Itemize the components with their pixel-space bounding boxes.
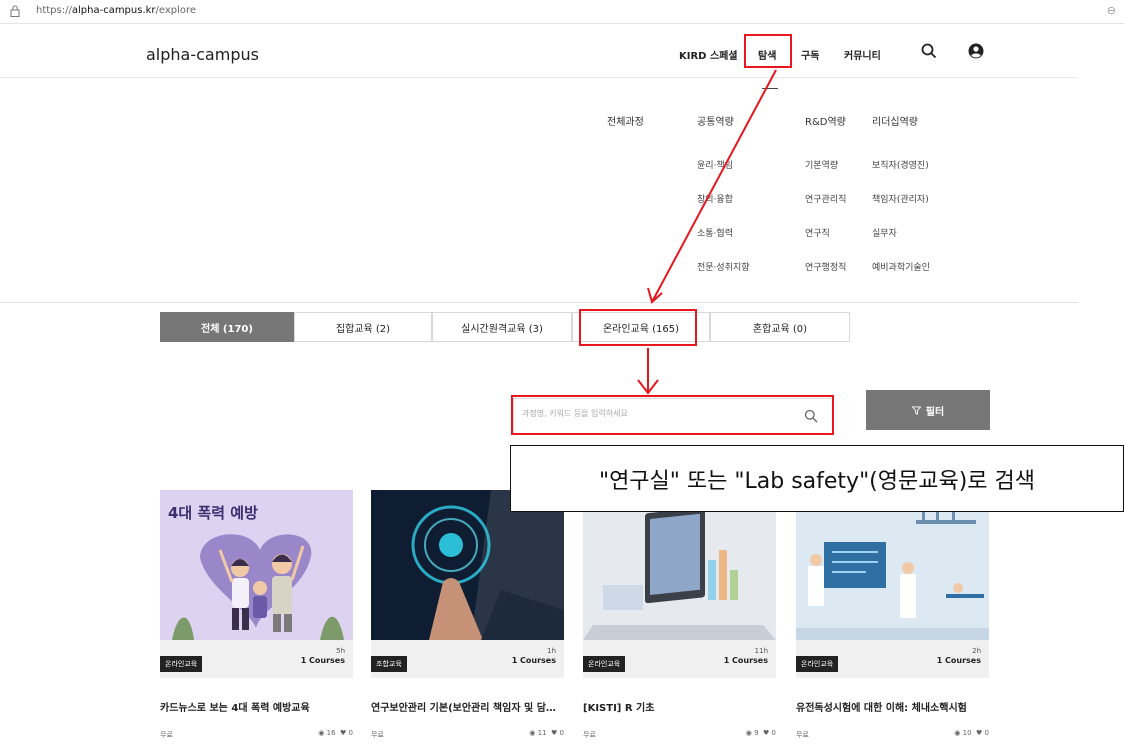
highlight-online-tab [579,309,697,346]
course-title[interactable]: 카드뉴스로 보는 4대 폭력 예방교육 [160,699,353,714]
course-thumbnail [796,490,989,640]
menu-item[interactable]: 연구행정직 [805,260,846,273]
tab-blended[interactable]: 혼합교육 (0) [710,312,850,342]
course-price: 무료 [583,731,596,739]
tab-live-remote[interactable]: 실시간원격교육 (3) [432,312,572,342]
course-type-badge: 조합교육 [371,656,407,672]
site-logo[interactable]: alpha-campus [146,45,259,64]
menu-item[interactable]: 기본역량 [805,158,838,171]
course-thumbnail [583,490,776,640]
course-title[interactable]: 연구보안관리 기본(보안관리 책임자 및 담… [371,699,564,714]
tab-in-person[interactable]: 집합교육 (2) [294,312,432,342]
user-account-icon[interactable] [968,43,984,59]
course-price: 무료 [160,731,173,739]
course-stats: ◉ 16 ♥ 0 [318,729,353,737]
highlight-search-box [511,395,834,435]
menu-item[interactable]: 전문·성취지향 [697,260,750,273]
nav-active-underline [762,88,778,89]
course-thumbnail: 4대 폭력 예방 [160,490,353,640]
heart-icon: ♥ [551,729,558,737]
course-title[interactable]: [KISTI] R 기초 [583,699,776,714]
menu-all-courses[interactable]: 전체과정 [607,113,644,128]
course-price: 무료 [371,731,384,739]
nav-kird-special[interactable]: KIRD 스페셜 [679,47,738,62]
laboratory-illustration [796,490,989,640]
family-illustration [172,534,344,640]
nav-subscribe[interactable]: 구독 [801,47,819,62]
heart-icon: ♥ [763,729,770,737]
heart-icon: ♥ [976,729,983,737]
security-touch-illustration [371,490,564,640]
course-stats: ◉ 11 ♥ 0 [529,729,564,737]
eye-icon: ◉ [745,729,752,737]
url-text: https://alpha-campus.kr/explore [36,5,197,16]
nav-community[interactable]: 커뮤니티 [844,47,881,62]
menu-item[interactable]: 소통·협력 [697,226,733,239]
search-icon[interactable] [921,43,937,59]
zoom-icon[interactable]: ⊖ [1107,4,1116,17]
course-duration: 5h 1 Courses [300,647,345,665]
funnel-icon [911,405,921,415]
course-thumbnail [371,490,564,640]
eye-icon: ◉ [318,729,325,737]
filter-button[interactable]: 필터 [866,390,990,430]
course-stats: ◉ 9 ♥ 0 [745,729,776,737]
menu-item[interactable]: 보직자(경영진) [872,158,929,171]
menu-rnd-competency[interactable]: R&D역량 [805,113,846,128]
course-type-badge: 온라인교육 [583,656,626,672]
laptop-chart-illustration [583,490,776,640]
course-meta-bar: 온라인교육 11h 1 Courses [583,640,776,678]
course-meta-bar: 온라인교육 2h 1 Courses [796,640,989,678]
menu-item[interactable]: 윤리·책임 [697,158,733,171]
menu-item[interactable]: 연구관리직 [805,192,846,205]
menu-item[interactable]: 책임자(관리자) [872,192,929,205]
menu-item[interactable]: 실무자 [872,226,897,239]
site-header: alpha-campus KIRD 스페셜 탐색 구독 커뮤니티 [0,24,1078,78]
heart-icon: ♥ [340,729,347,737]
course-stats: ◉ 10 ♥ 0 [954,729,989,737]
tab-all[interactable]: 전체 (170) [160,312,294,342]
course-duration: 11h 1 Courses [723,647,768,665]
browser-url-bar[interactable]: https://alpha-campus.kr/explore ⊖ [0,0,1124,24]
course-title[interactable]: 유전독성시험에 대한 이해: 체내소핵시험 [796,699,989,714]
eye-icon: ◉ [529,729,536,737]
course-duration: 1h 1 Courses [511,647,556,665]
menu-leadership-competency[interactable]: 리더십역량 [872,113,918,128]
lock-icon [10,5,20,17]
course-meta-bar: 조합교육 1h 1 Courses [371,640,564,678]
menu-common-competency[interactable]: 공통역량 [697,113,734,128]
menu-item[interactable]: 창의·융합 [697,192,733,205]
instruction-callout: "연구실" 또는 "Lab safety"(영문교육)로 검색 [510,445,1124,512]
course-meta-bar: 온라인교육 5h 1 Courses [160,640,353,678]
course-price: 무료 [796,731,809,739]
filter-label: 필터 [925,406,945,418]
eye-icon: ◉ [954,729,961,737]
menu-item[interactable]: 예비과학기술인 [872,260,930,273]
highlight-explore-nav [744,34,792,68]
course-type-badge: 온라인교육 [160,656,203,672]
course-type-badge: 온라인교육 [796,656,839,672]
menu-item[interactable]: 연구직 [805,226,830,239]
menu-divider [0,302,1078,303]
course-duration: 2h 1 Courses [936,647,981,665]
